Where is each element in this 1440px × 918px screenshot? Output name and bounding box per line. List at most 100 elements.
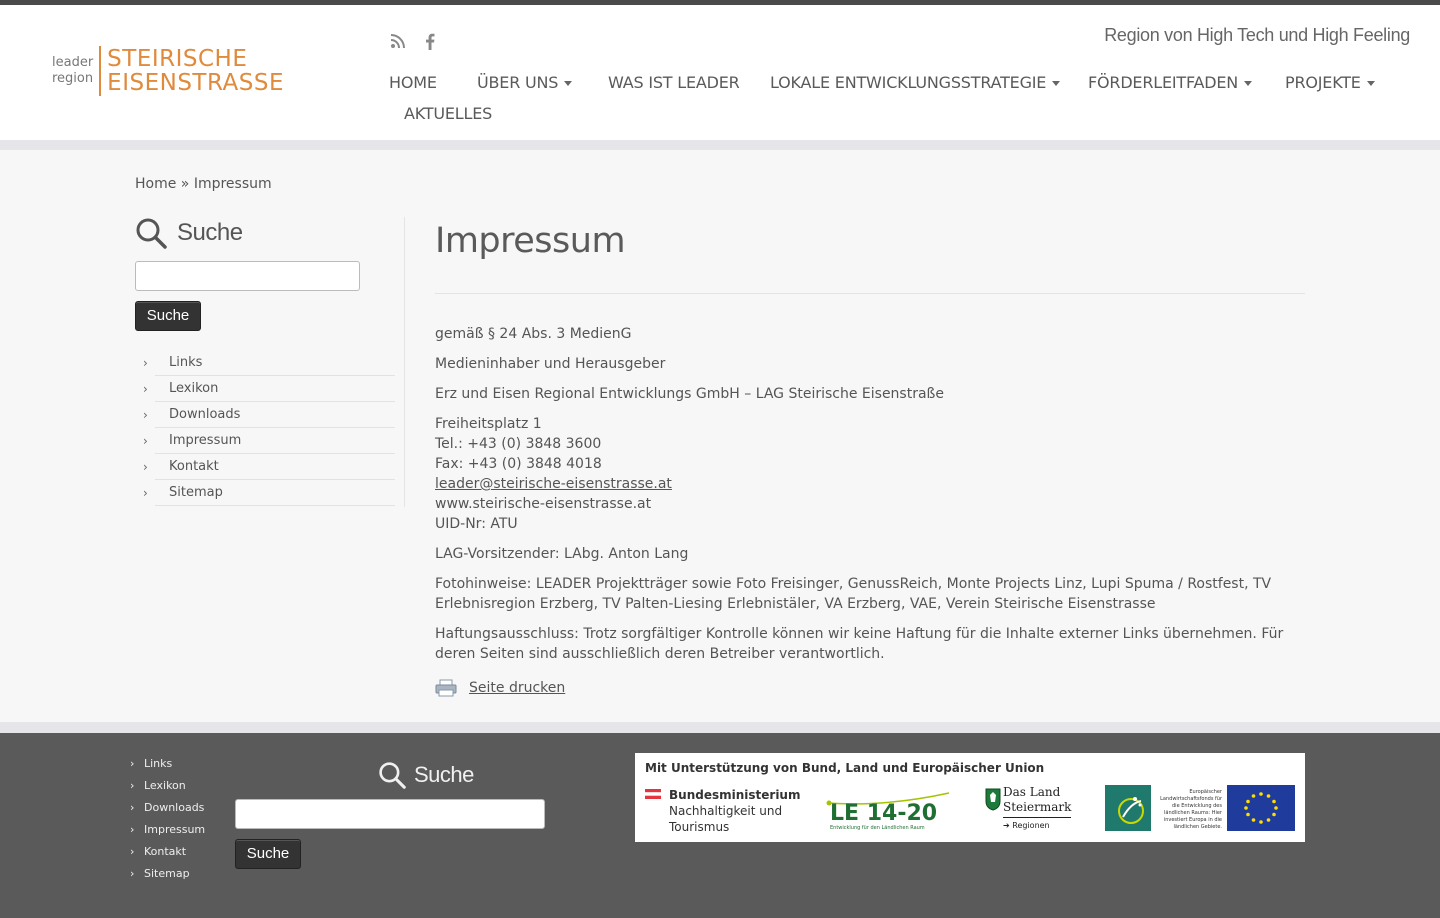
footer-search-title: Suche	[378, 761, 474, 789]
banner-land-text: Das Land Steiermark ➔ Regionen	[1003, 785, 1072, 833]
footer-item-label: Sitemap	[144, 867, 190, 880]
sidebar-item-lexikon[interactable]: › Lexikon	[143, 376, 395, 402]
logo-small-line1: leader	[52, 55, 94, 70]
chevron-right-icon: ›	[130, 867, 135, 880]
footer-search-input[interactable]	[235, 799, 545, 829]
header-shadow	[0, 140, 1440, 150]
chevron-right-icon: ›	[130, 779, 135, 792]
footer-item-impressum[interactable]: › Impressum	[130, 819, 205, 841]
print-page-label: Seite drucken	[469, 680, 566, 696]
email-link[interactable]: leader@steirische-eisenstrasse.at	[435, 474, 672, 494]
footer-item-label: Lexikon	[144, 779, 186, 792]
owner-heading: Medieninhaber und Herausgeber	[435, 356, 666, 372]
chevron-right-icon: ›	[130, 801, 135, 814]
banner-land-line3: ➔ Regionen	[1003, 817, 1072, 833]
search-icon	[379, 762, 406, 789]
sidebar-item-impressum[interactable]: › Impressum	[143, 428, 395, 454]
sidebar: Suche Suche › Links › Lexikon › Downloads ›…	[135, 217, 405, 507]
logo-small-line2: region	[52, 71, 94, 86]
logo-divider	[99, 46, 102, 96]
sidebar-item-label: Downloads	[169, 407, 241, 422]
banner-ministry-line2: Nachhaltigkeit und	[669, 804, 783, 818]
sidebar-item-label: Kontakt	[169, 459, 219, 474]
uid-number: UID-Nr: ATU	[435, 516, 518, 532]
chevron-right-icon: ›	[130, 823, 135, 836]
footer-item-links[interactable]: › Links	[130, 753, 205, 775]
eu-flag	[1227, 785, 1295, 831]
footer-item-downloads[interactable]: › Downloads	[130, 797, 205, 819]
nav-projekte[interactable]: PROJEKTE	[1285, 73, 1375, 92]
footer-search-button[interactable]: Suche	[235, 839, 301, 869]
disclaimer: Haftungsausschluss: Trotz sorgfältiger K…	[435, 626, 1284, 662]
banner-heading: Mit Unterstützung von Bund, Land und Eur…	[645, 761, 1045, 775]
eu-stars-icon	[1244, 792, 1278, 824]
banner-land-line2: Steiermark	[1003, 800, 1072, 814]
nav-les-label: LOKALE ENTWICKLUNGSSTRATEGIE	[770, 73, 1047, 92]
breadcrumb-home[interactable]: Home	[135, 176, 176, 192]
sidebar-item-label: Sitemap	[169, 485, 223, 500]
banner-steiermark-logo: Das Land Steiermark ➔ Regionen	[985, 785, 1072, 831]
nav-home[interactable]: HOME	[389, 73, 437, 92]
sidebar-item-sitemap[interactable]: › Sitemap	[143, 480, 395, 506]
banner-land-line1: Das Land	[1003, 785, 1061, 799]
address-street: Freiheitsplatz 1	[435, 416, 542, 432]
leader-emblem-icon	[1118, 797, 1144, 824]
sidebar-item-label: Impressum	[169, 433, 242, 448]
sidebar-item-kontakt[interactable]: › Kontakt	[143, 454, 395, 480]
sidebar-search-title: Suche	[135, 217, 243, 249]
phone-number: Tel.: +43 (0) 3848 3600	[435, 436, 602, 452]
search-icon	[136, 218, 167, 249]
footer-item-label: Links	[144, 757, 173, 770]
facebook-icon[interactable]	[420, 31, 440, 51]
nav-projekte-label: PROJEKTE	[1285, 73, 1361, 92]
caret-down-icon	[1366, 81, 1375, 86]
fax-number: Fax: +43 (0) 3848 4018	[435, 456, 602, 472]
sidebar-item-downloads[interactable]: › Downloads	[143, 402, 395, 428]
nav-was-ist-leader[interactable]: WAS IST LEADER	[608, 73, 740, 92]
coat-of-arms-icon	[985, 788, 1001, 811]
site-logo[interactable]: leader region STEIRISCHE EISENSTRASSE	[52, 43, 284, 99]
funding-banner: Mit Unterstützung von Bund, Land und Eur…	[635, 753, 1305, 842]
sidebar-item-links[interactable]: › Links	[143, 350, 395, 376]
banner-eu-text: Europäischer Landwirtschaftsfonds für di…	[1160, 789, 1222, 830]
footer-item-label: Downloads	[144, 801, 205, 814]
sidebar-search-button[interactable]: Suche	[135, 301, 201, 331]
banner-le-subtitle: Entwicklung für den Ländlichen Raum	[830, 825, 925, 831]
banner-le-logo: LE 14-20	[830, 801, 938, 826]
rss-icon[interactable]	[388, 31, 408, 51]
print-page-link[interactable]: Seite drucken	[435, 679, 565, 697]
breadcrumb: Home » Impressum	[135, 176, 272, 192]
footer-item-sitemap[interactable]: › Sitemap	[130, 863, 205, 885]
nav-aktuelles[interactable]: AKTUELLES	[404, 104, 492, 123]
logo-big-line2: EISENSTRASSE	[107, 70, 284, 96]
footer-menu: › Links › Lexikon › Downloads › Impressum › K…	[130, 753, 205, 885]
chevron-right-icon: ›	[143, 434, 148, 448]
breadcrumb-current: Impressum	[193, 176, 272, 192]
sidebar-search-input[interactable]	[135, 261, 360, 291]
footer-item-lexikon[interactable]: › Lexikon	[130, 775, 205, 797]
caret-down-icon	[1052, 81, 1061, 86]
company-name: Erz und Eisen Regional Entwicklungs GmbH…	[435, 386, 944, 402]
nav-foerderleitfaden[interactable]: FÖRDERLEITFADEN	[1088, 73, 1253, 92]
law-reference: gemäß § 24 Abs. 3 MedienG	[435, 326, 632, 342]
sidebar-item-label: Links	[169, 355, 203, 370]
caret-down-icon	[1244, 81, 1253, 86]
chevron-right-icon: ›	[130, 757, 135, 770]
nav-ueber-uns[interactable]: ÜBER UNS	[477, 73, 573, 92]
nav-lokale-entwicklungsstrategie[interactable]: LOKALE ENTWICKLUNGSSTRATEGIE	[770, 73, 1061, 92]
banner-ministry-line1: Bundesministerium	[669, 788, 801, 802]
sidebar-item-label: Lexikon	[169, 381, 219, 396]
chevron-right-icon: ›	[143, 460, 148, 474]
banner-ministry-line3: Tourismus	[669, 820, 730, 834]
footer-item-kontakt[interactable]: › Kontakt	[130, 841, 205, 863]
banner-ministry: Bundesministerium Nachhaltigkeit und Tou…	[645, 787, 800, 835]
chevron-right-icon: ›	[130, 845, 135, 858]
title-divider	[435, 293, 1305, 294]
printer-icon	[435, 679, 457, 697]
chevron-right-icon: ›	[143, 382, 148, 396]
footer-item-label: Kontakt	[144, 845, 187, 858]
chevron-right-icon: ›	[143, 408, 148, 422]
chevron-right-icon: ›	[143, 356, 148, 370]
photo-credits: Fotohinweise: LEADER Projektträger sowie…	[435, 576, 1272, 612]
leader-logo	[1105, 785, 1151, 831]
